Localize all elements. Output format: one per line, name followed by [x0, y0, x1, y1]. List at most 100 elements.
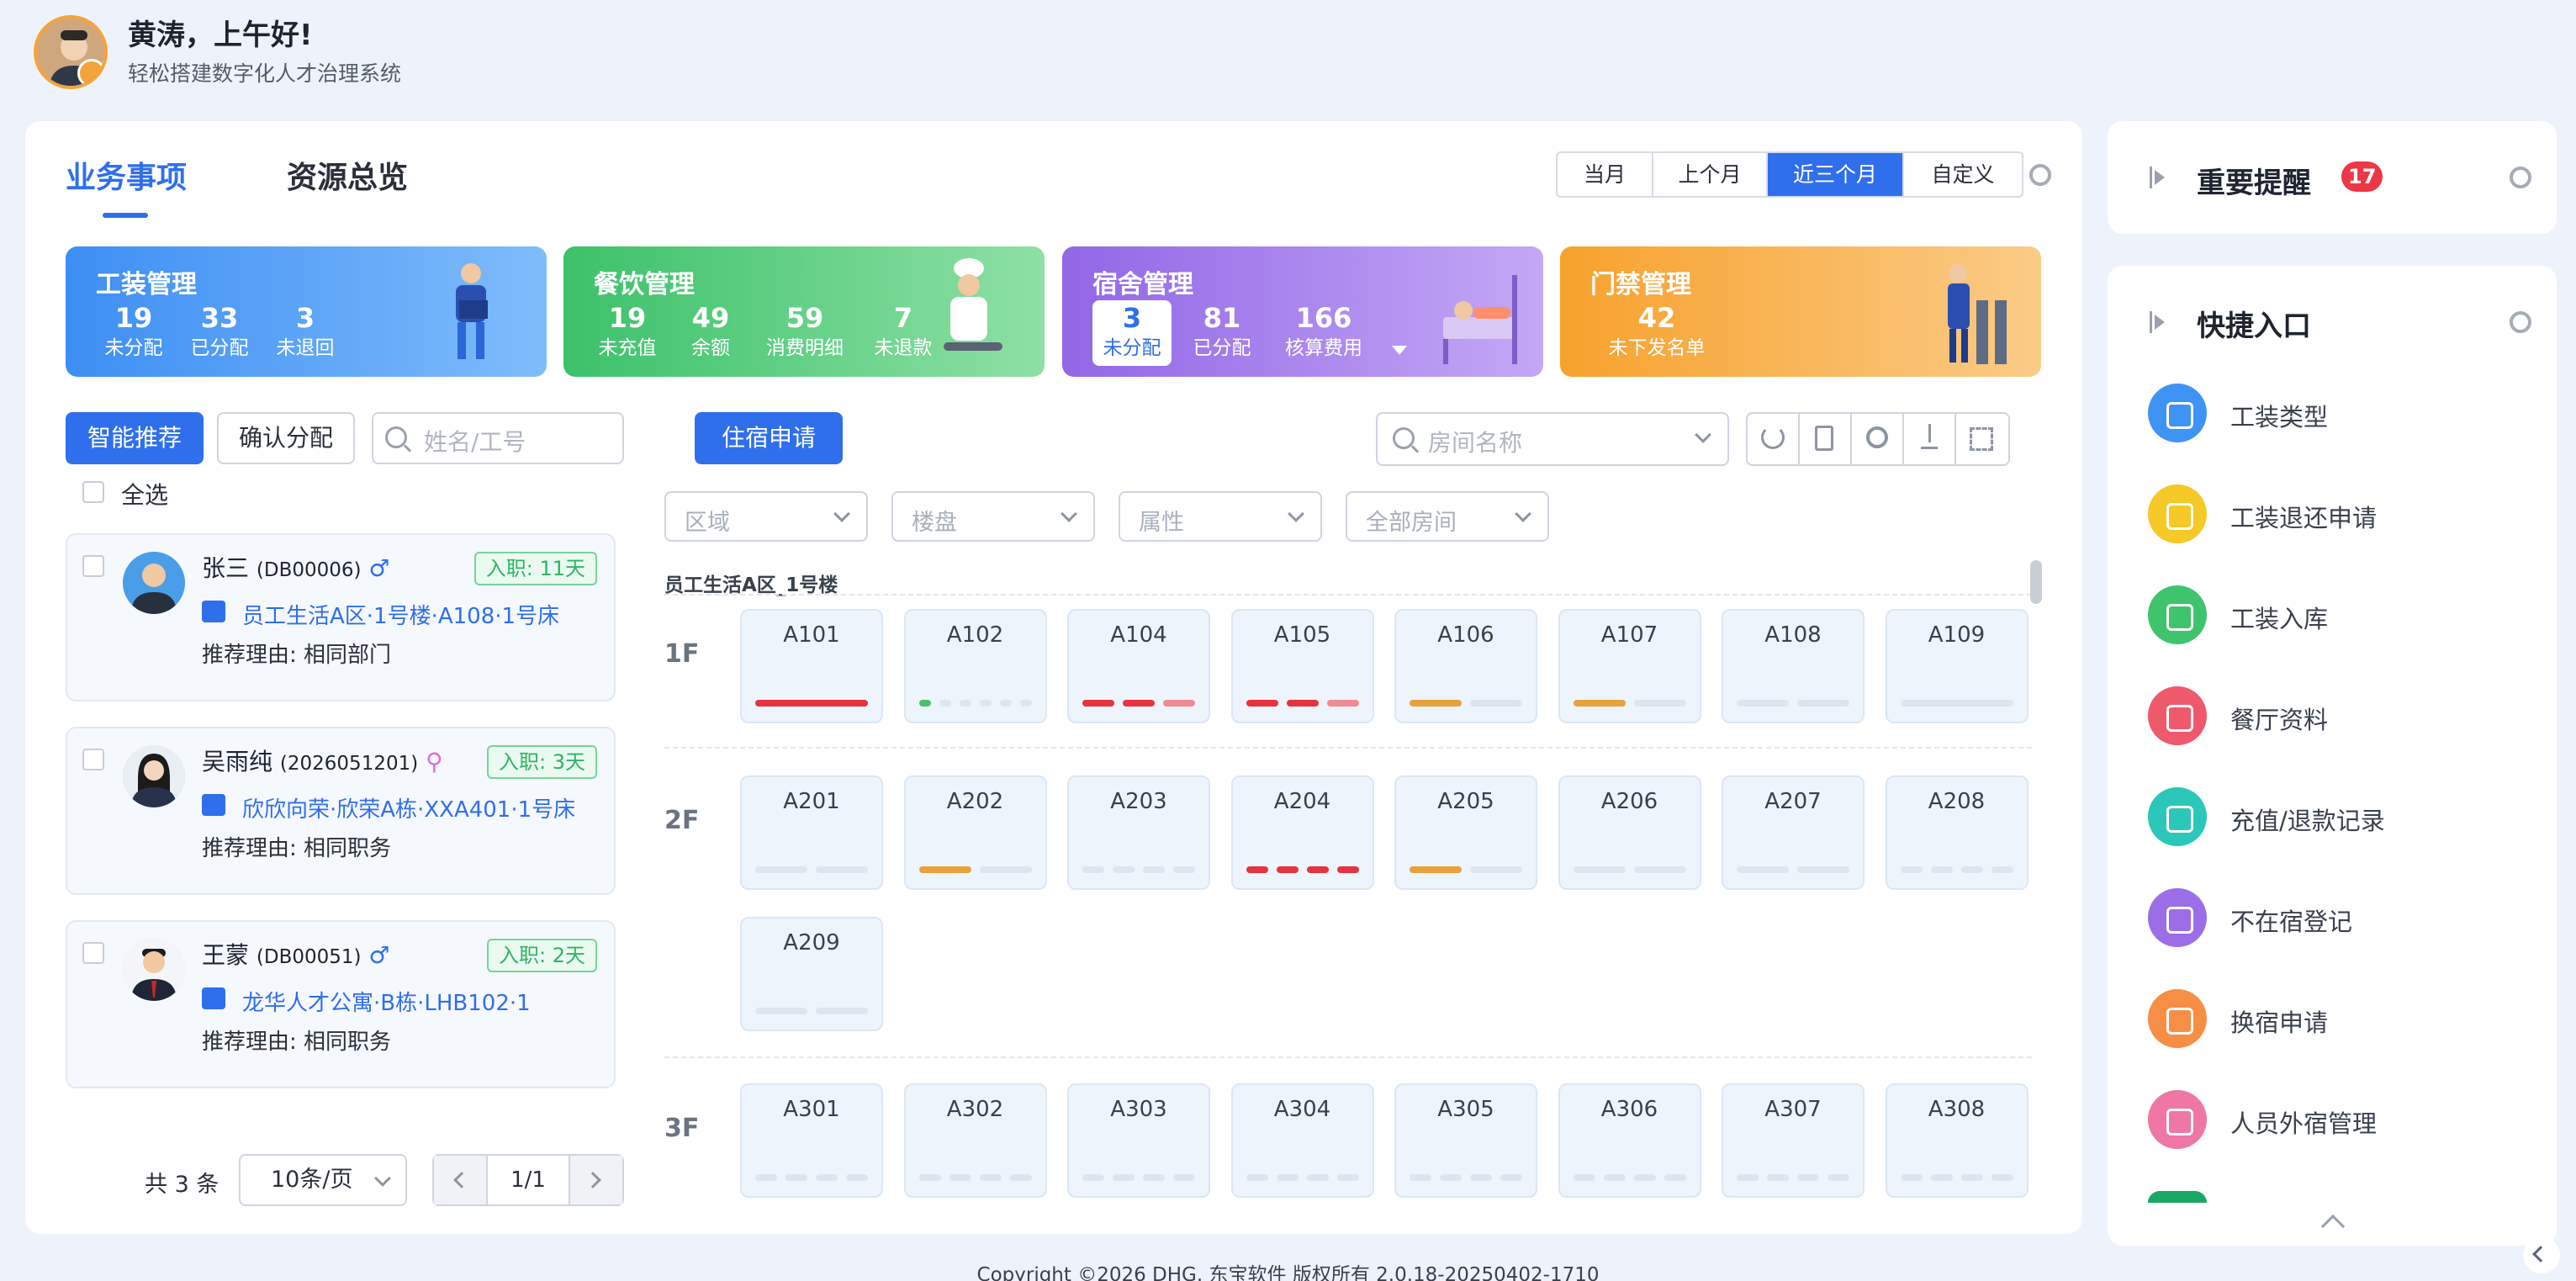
- room-card[interactable]: A102: [903, 609, 1047, 723]
- card-dormitory[interactable]: 宿舍管理 3 未分配 81 已分配 166 核算费用: [1062, 246, 1543, 377]
- room-card[interactable]: A108: [1722, 609, 1865, 723]
- fullscreen-icon[interactable]: [1956, 414, 2008, 464]
- tab-resources[interactable]: 资源总览: [287, 153, 408, 197]
- quick-entry-item[interactable]: 人员外宿管理: [2148, 1090, 2518, 1149]
- download-icon[interactable]: [1904, 414, 1956, 464]
- card-stat[interactable]: 166 核算费用: [1277, 302, 1370, 363]
- next-page-button[interactable]: [569, 1156, 622, 1204]
- building-label: 员工生活A区_1号楼: [664, 574, 838, 596]
- building-filter-select[interactable]: 楼盘: [891, 491, 1095, 542]
- room-card[interactable]: A208: [1885, 775, 2029, 890]
- expand-icon[interactable]: [2150, 167, 2165, 188]
- bed-status-bar: [785, 1174, 807, 1181]
- confirm-assign-button[interactable]: 确认分配: [217, 412, 355, 464]
- row-checkbox[interactable]: [82, 942, 104, 964]
- card-stat[interactable]: 49 余额: [681, 302, 740, 363]
- card-stat[interactable]: 3 未退回: [276, 302, 335, 363]
- period-last-month[interactable]: 上个月: [1653, 153, 1768, 196]
- room-card[interactable]: A302: [903, 1083, 1047, 1198]
- quick-entry-item[interactable]: 餐厅资料: [2148, 686, 2518, 745]
- bed-status-bar: [1123, 700, 1155, 707]
- expand-icon[interactable]: [2150, 311, 2165, 333]
- status-badge-icon: [77, 59, 104, 86]
- room-card[interactable]: A308: [1885, 1083, 2029, 1198]
- recommended-bed-link[interactable]: 欣欣向荣·欣荣A栋·XXA401·1号床: [242, 792, 575, 823]
- card-catering[interactable]: 餐饮管理 19 未充值 49 余额 59 消费明细 7 未退款: [563, 246, 1045, 377]
- chevron-down-icon: [374, 1170, 391, 1187]
- select-all-checkbox[interactable]: [82, 481, 104, 503]
- card-stat[interactable]: 19 未分配: [104, 302, 163, 363]
- name-id-search-input[interactable]: 姓名/工号: [372, 412, 624, 464]
- scrollbar-thumb[interactable]: [2030, 560, 2042, 604]
- room-card[interactable]: A304: [1230, 1083, 1374, 1198]
- card-stat[interactable]: 81 已分配: [1188, 302, 1256, 363]
- period-current-month[interactable]: 当月: [1558, 153, 1653, 196]
- room-card[interactable]: A202: [903, 775, 1047, 890]
- quick-entry-item[interactable]: 工装入库: [2148, 585, 2518, 644]
- card-stat[interactable]: 42 未下发名单: [1594, 302, 1720, 363]
- prev-page-button[interactable]: [434, 1156, 488, 1204]
- card-access-control[interactable]: 门禁管理 42 未下发名单: [1560, 246, 2041, 377]
- period-custom[interactable]: 自定义: [1904, 153, 2022, 196]
- room-status-filter-select[interactable]: 全部房间: [1346, 491, 1549, 542]
- quick-entry-item[interactable]: 不在宿登记: [2148, 888, 2518, 947]
- bed-status-bar: [1410, 866, 1462, 873]
- bed-status-bar: [1573, 1174, 1595, 1181]
- export-icon[interactable]: [1800, 414, 1852, 464]
- gear-icon[interactable]: [2510, 167, 2531, 188]
- room-card[interactable]: A306: [1558, 1083, 1701, 1198]
- page-size-select[interactable]: 10条/页: [239, 1154, 407, 1206]
- gear-icon[interactable]: [1852, 414, 1904, 464]
- room-card[interactable]: A301: [740, 1083, 883, 1198]
- partial-quick-item-icon[interactable]: [2148, 1191, 2207, 1203]
- quick-entry-item[interactable]: 换宿申请: [2148, 989, 2518, 1048]
- gear-icon[interactable]: [2029, 164, 2051, 186]
- smart-recommend-button[interactable]: 智能推荐: [66, 412, 204, 464]
- room-card[interactable]: A203: [1067, 775, 1210, 890]
- bed-occupancy-bars: [918, 1174, 1032, 1181]
- card-stat[interactable]: 59 消费明细: [759, 302, 851, 363]
- attribute-filter-select[interactable]: 属性: [1119, 491, 1322, 542]
- accommodation-apply-button[interactable]: 住宿申请: [695, 412, 843, 464]
- room-card[interactable]: A204: [1230, 775, 1374, 890]
- room-card[interactable]: A209: [740, 917, 883, 1031]
- room-card[interactable]: A207: [1722, 775, 1865, 890]
- list-item[interactable]: 王蒙 (DB00051) ♂ 入职: 2天 龙华人才公寓·B栋·LHB102·1…: [66, 920, 616, 1088]
- card-uniform[interactable]: 工装管理 19 未分配 33 已分配 3 未退回: [66, 246, 547, 377]
- tab-business[interactable]: 业务事项: [66, 153, 187, 197]
- refresh-icon[interactable]: [1748, 414, 1800, 464]
- room-card[interactable]: A305: [1394, 1083, 1537, 1198]
- chevron-left-icon: [453, 1172, 470, 1188]
- quick-entry-item[interactable]: 工装退还申请: [2148, 484, 2518, 543]
- row-checkbox[interactable]: [82, 749, 104, 770]
- room-card[interactable]: A104: [1067, 609, 1210, 723]
- period-last-three-months[interactable]: 近三个月: [1768, 153, 1904, 196]
- list-item[interactable]: 吴雨纯 (2026051201) ⚲ 入职: 3天 欣欣向荣·欣荣A栋·XXA4…: [66, 727, 616, 895]
- room-name-search-input[interactable]: 房间名称: [1376, 412, 1729, 466]
- area-filter-select[interactable]: 区域: [664, 491, 868, 542]
- card-stat[interactable]: 19 未充值: [594, 302, 661, 363]
- user-avatar[interactable]: [34, 15, 108, 89]
- room-card[interactable]: A106: [1394, 609, 1537, 723]
- recommended-bed-link[interactable]: 员工生活A区·1号楼·A108·1号床: [242, 599, 559, 630]
- room-card[interactable]: A107: [1558, 609, 1701, 723]
- caret-down-icon[interactable]: [1392, 346, 1407, 355]
- card-stat[interactable]: 33 已分配: [190, 302, 249, 363]
- bed-status-bar: [1573, 700, 1626, 707]
- gear-icon[interactable]: [2510, 311, 2531, 333]
- quick-entry-item[interactable]: 工装类型: [2148, 384, 2518, 442]
- room-card[interactable]: A206: [1558, 775, 1701, 890]
- list-item[interactable]: 张三 (DB00006) ♂ 入职: 11天 员工生活A区·1号楼·A108·1…: [66, 533, 616, 701]
- row-checkbox[interactable]: [82, 555, 104, 577]
- room-card[interactable]: A201: [740, 775, 883, 890]
- room-card[interactable]: A101: [740, 609, 883, 723]
- quick-entry-item[interactable]: 充值/退款记录: [2148, 787, 2518, 846]
- room-card[interactable]: A307: [1722, 1083, 1865, 1198]
- room-card[interactable]: A105: [1230, 609, 1374, 723]
- room-card[interactable]: A109: [1885, 609, 2029, 723]
- recommended-bed-link[interactable]: 龙华人才公寓·B栋·LHB102·1: [242, 986, 531, 1017]
- room-card[interactable]: A303: [1067, 1083, 1210, 1198]
- card-stat-active[interactable]: 3 未分配: [1101, 302, 1163, 363]
- bed-occupancy-bars: [1246, 1174, 1359, 1181]
- room-card[interactable]: A205: [1394, 775, 1537, 890]
